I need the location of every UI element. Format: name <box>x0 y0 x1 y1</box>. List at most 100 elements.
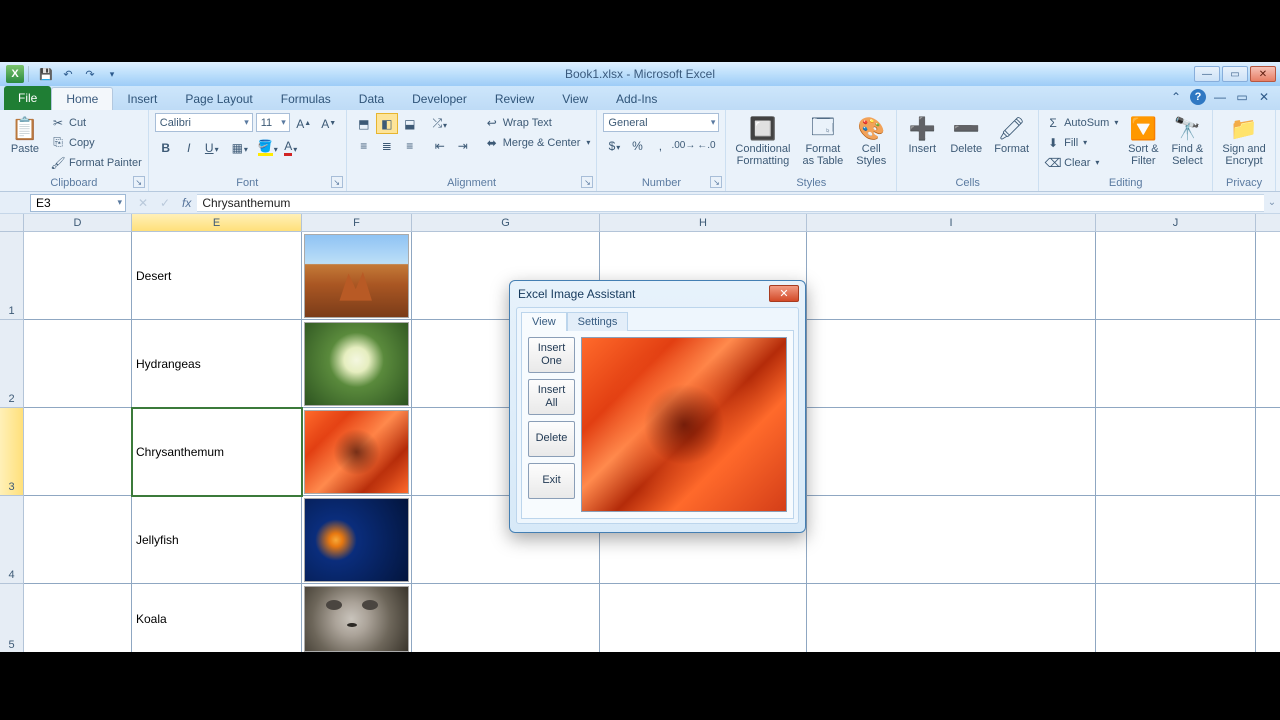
align-right-button[interactable]: ≡ <box>399 135 421 156</box>
minimize-button[interactable]: — <box>1194 66 1220 82</box>
font-size-select[interactable]: 11 <box>256 113 290 132</box>
row-header[interactable]: 4 <box>0 496 23 584</box>
cell[interactable] <box>807 232 1096 320</box>
qat-customize-icon[interactable]: ▾ <box>103 65 121 83</box>
cell[interactable] <box>1096 232 1256 320</box>
tab-insert[interactable]: Insert <box>113 88 171 110</box>
insert-all-button[interactable]: Insert All <box>528 379 575 415</box>
wrap-text-button[interactable]: ↩Wrap Text <box>484 113 591 132</box>
cell[interactable] <box>1096 496 1256 584</box>
cell[interactable] <box>24 584 132 652</box>
format-as-table-button[interactable]: 🗔Format as Table <box>799 113 846 169</box>
insert-one-button[interactable]: Insert One <box>528 337 575 373</box>
font-launcher-icon[interactable]: ↘ <box>331 176 343 188</box>
column-header[interactable]: I <box>807 214 1096 231</box>
cell[interactable] <box>1096 320 1256 408</box>
comma-button[interactable]: , <box>649 135 671 156</box>
cell[interactable]: Chrysanthemum <box>132 408 302 496</box>
row-header[interactable]: 5 <box>0 584 23 652</box>
tab-add-ins[interactable]: Add-Ins <box>602 88 671 110</box>
cell[interactable] <box>24 232 132 320</box>
cell[interactable] <box>412 584 600 652</box>
restore-button[interactable]: ▭ <box>1222 66 1248 82</box>
image-thumbnail[interactable] <box>304 410 409 494</box>
mdi-minimize-icon[interactable]: — <box>1212 89 1228 105</box>
autosum-button[interactable]: ΣAutoSum▾ <box>1045 113 1118 132</box>
sign-encrypt-button[interactable]: 📁Sign and Encrypt <box>1219 113 1268 169</box>
decrease-indent-button[interactable]: ⇤ <box>429 135 451 156</box>
image-thumbnail[interactable] <box>304 586 409 652</box>
cell[interactable] <box>1096 584 1256 652</box>
clear-button[interactable]: ⌫Clear▾ <box>1045 153 1118 172</box>
dialog-tab-view[interactable]: View <box>521 312 567 331</box>
help-icon[interactable]: ? <box>1190 89 1206 105</box>
number-format-select[interactable]: General <box>603 113 719 132</box>
tab-file[interactable]: File <box>4 86 51 110</box>
close-button[interactable]: ✕ <box>1250 66 1276 82</box>
column-header[interactable]: G <box>412 214 600 231</box>
font-name-select[interactable]: Calibri <box>155 113 253 132</box>
cell[interactable] <box>302 496 412 584</box>
find-select-button[interactable]: 🔭Find & Select <box>1168 113 1206 169</box>
tab-page-layout[interactable]: Page Layout <box>171 88 266 110</box>
cancel-formula-icon[interactable]: ✕ <box>134 194 152 212</box>
cell[interactable] <box>302 320 412 408</box>
cell[interactable] <box>302 232 412 320</box>
dialog-tab-settings[interactable]: Settings <box>567 312 629 331</box>
cell[interactable] <box>807 320 1096 408</box>
cell[interactable] <box>600 584 807 652</box>
formula-input[interactable]: Chrysanthemum <box>197 194 1264 212</box>
merge-center-button[interactable]: ⬌Merge & Center▾ <box>484 133 591 152</box>
delete-cells-button[interactable]: ➖Delete <box>947 113 985 157</box>
tab-home[interactable]: Home <box>51 87 113 110</box>
tab-view[interactable]: View <box>548 88 602 110</box>
sort-filter-button[interactable]: 🔽Sort & Filter <box>1124 113 1162 169</box>
cut-button[interactable]: ✂Cut <box>50 113 142 132</box>
cell[interactable]: Desert <box>132 232 302 320</box>
currency-button[interactable]: $ <box>603 135 625 156</box>
column-header[interactable]: E <box>132 214 302 231</box>
column-header[interactable]: D <box>24 214 132 231</box>
cell-styles-button[interactable]: 🎨Cell Styles <box>852 113 890 169</box>
mdi-close-icon[interactable]: ✕ <box>1256 89 1272 105</box>
cell[interactable]: Koala <box>132 584 302 652</box>
border-button[interactable]: ▦ <box>229 137 251 158</box>
insert-cells-button[interactable]: ➕Insert <box>903 113 941 157</box>
cell[interactable] <box>302 408 412 496</box>
increase-indent-button[interactable]: ⇥ <box>452 135 474 156</box>
enter-formula-icon[interactable]: ✓ <box>156 194 174 212</box>
copy-button[interactable]: ⎘Copy <box>50 133 142 152</box>
align-center-button[interactable]: ≣ <box>376 135 398 156</box>
tab-formulas[interactable]: Formulas <box>267 88 345 110</box>
name-box[interactable]: E3 <box>30 194 126 212</box>
undo-icon[interactable]: ↶ <box>59 65 77 83</box>
column-header[interactable]: H <box>600 214 807 231</box>
cell[interactable] <box>24 496 132 584</box>
save-icon[interactable]: 💾 <box>37 65 55 83</box>
column-header[interactable]: J <box>1096 214 1256 231</box>
orientation-button[interactable]: ⤮ <box>429 113 451 134</box>
cell[interactable]: Hydrangeas <box>132 320 302 408</box>
delete-button[interactable]: Delete <box>528 421 575 457</box>
select-all-corner[interactable] <box>0 214 24 232</box>
grow-font-button[interactable]: A▲ <box>293 113 315 134</box>
fx-icon[interactable]: fx <box>182 196 191 210</box>
increase-decimal-button[interactable]: .00→ <box>672 135 694 156</box>
cell[interactable] <box>807 584 1096 652</box>
underline-button[interactable]: U <box>201 137 223 158</box>
mdi-restore-icon[interactable]: ▭ <box>1234 89 1250 105</box>
image-thumbnail[interactable] <box>304 498 409 582</box>
tab-review[interactable]: Review <box>481 88 548 110</box>
row-header[interactable]: 3 <box>0 408 23 496</box>
decrease-decimal-button[interactable]: ←.0 <box>695 135 717 156</box>
minimize-ribbon-icon[interactable]: ⌃ <box>1168 89 1184 105</box>
redo-icon[interactable]: ↷ <box>81 65 99 83</box>
cell[interactable] <box>24 408 132 496</box>
cell[interactable] <box>807 408 1096 496</box>
font-color-button[interactable]: A <box>280 137 302 158</box>
fill-color-button[interactable]: 🪣 <box>257 137 279 158</box>
row-header[interactable]: 2 <box>0 320 23 408</box>
tab-data[interactable]: Data <box>345 88 398 110</box>
align-middle-button[interactable]: ◧ <box>376 113 398 134</box>
cell[interactable] <box>24 320 132 408</box>
